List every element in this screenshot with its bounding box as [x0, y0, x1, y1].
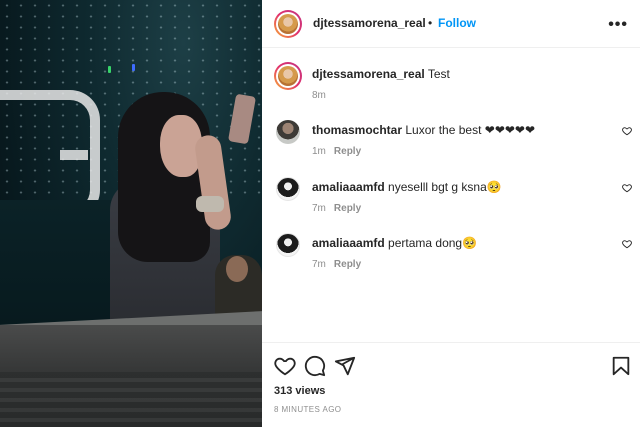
comment-time: 7m [312, 259, 326, 270]
comment-time: 7m [312, 203, 326, 214]
post-video[interactable] [0, 0, 262, 427]
like-comment-heart-icon[interactable] [622, 183, 632, 193]
author-username[interactable]: djtessamorena_real [313, 16, 426, 30]
wristwatch [196, 196, 224, 212]
comment-text: Luxor the best ❤❤❤❤❤ [405, 123, 536, 137]
commenter-avatar[interactable] [276, 120, 300, 144]
comment-username[interactable]: amaliaaamfd [312, 236, 385, 250]
bookmark-icon[interactable] [610, 355, 632, 377]
comment-time: 1m [312, 146, 326, 157]
neon-sign [60, 150, 88, 160]
follow-button[interactable]: Follow [438, 16, 476, 30]
comment-username[interactable]: amaliaaamfd [312, 180, 385, 194]
author-avatar[interactable] [274, 10, 302, 38]
post-side-panel: djtessamorena_real • Follow ••• djtessam… [262, 0, 640, 427]
comment-text: nyeselll bgt g ksna🥺 [388, 180, 502, 194]
background-person-face [226, 256, 248, 282]
share-icon[interactable] [334, 355, 356, 377]
comment-username[interactable]: thomasmochtar [312, 123, 402, 137]
comment-icon[interactable] [304, 355, 326, 377]
post-actions: 313 views 8 MINUTES AGO [262, 342, 640, 428]
reply-button[interactable]: Reply [334, 259, 361, 270]
caption-username[interactable]: djtessamorena_real [312, 67, 425, 81]
like-comment-heart-icon[interactable] [622, 239, 632, 249]
post-header: djtessamorena_real • Follow ••• [262, 0, 640, 48]
like-comment-heart-icon[interactable] [622, 126, 632, 136]
commenter-avatar[interactable] [276, 233, 300, 257]
reply-button[interactable]: Reply [334, 146, 361, 157]
commenter-avatar[interactable] [276, 177, 300, 201]
comment-text: pertama dong🥺 [388, 236, 478, 250]
heart-icon[interactable] [274, 355, 296, 377]
dj-deck-panel [0, 372, 262, 427]
view-count[interactable]: 313 views [274, 385, 325, 397]
post-timestamp: 8 MINUTES AGO [274, 405, 342, 414]
led-light [132, 64, 135, 71]
more-options-icon[interactable]: ••• [608, 16, 628, 34]
author-avatar[interactable] [274, 62, 302, 90]
performer-hair [118, 92, 210, 262]
caption-text: Test [427, 67, 450, 81]
led-light [108, 66, 111, 73]
caption-time: 8m [312, 90, 326, 101]
reply-button[interactable]: Reply [334, 203, 361, 214]
separator-dot: • [428, 16, 433, 30]
